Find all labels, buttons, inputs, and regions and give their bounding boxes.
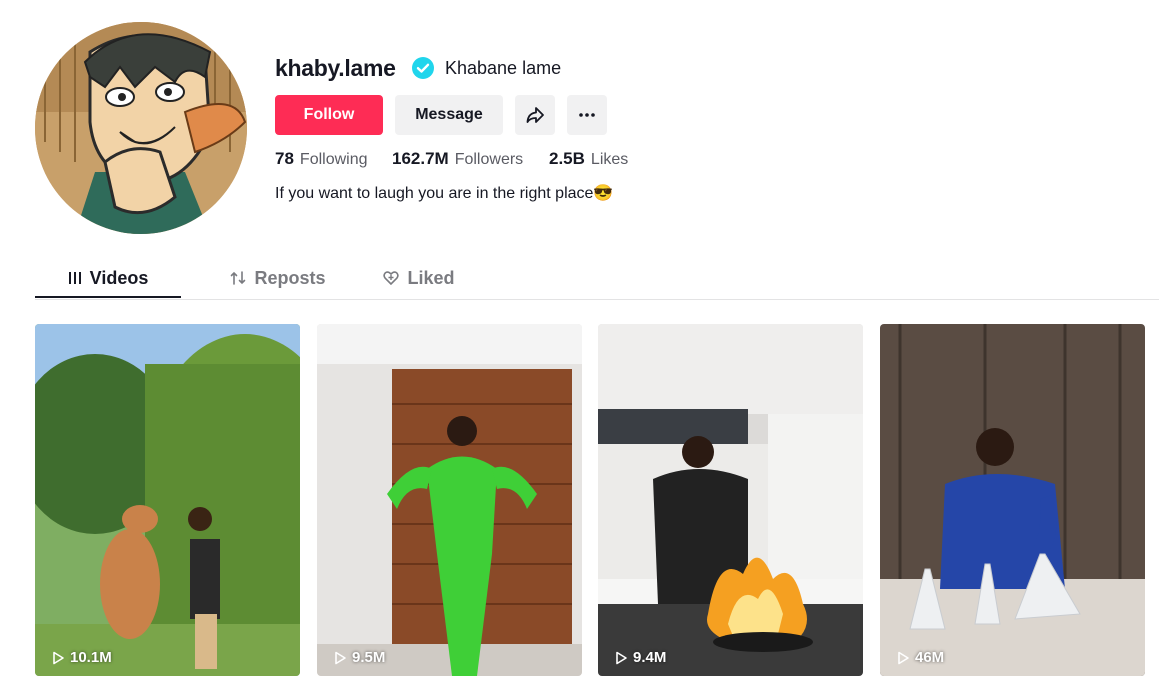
following-label: Following [299, 151, 368, 168]
video-views-count: 10.1M [70, 649, 112, 666]
likes-count: 2.5B [549, 149, 585, 168]
play-icon [333, 651, 347, 665]
grid-icon [68, 271, 82, 285]
followers-count: 162.7M [392, 149, 449, 168]
video-views: 9.5M [333, 649, 385, 666]
profile-bio: If you want to laugh you are in the righ… [275, 185, 614, 202]
tab-videos-label: Videos [89, 267, 149, 288]
follow-button[interactable]: Follow [275, 95, 383, 135]
tab-liked-label: Liked [407, 267, 455, 288]
profile-nickname: Khabane lame [445, 58, 562, 78]
repost-icon [230, 270, 246, 286]
tab-reposts[interactable]: Reposts [203, 258, 353, 298]
profile-username: khaby.lame [275, 55, 396, 81]
tab-reposts-label: Reposts [254, 267, 326, 288]
tab-liked[interactable]: Liked [359, 258, 479, 298]
video-views: 10.1M [51, 649, 112, 666]
video-thumbnail[interactable]: 9.5M [317, 324, 582, 676]
video-thumbnail[interactable]: 10.1M [35, 324, 300, 676]
active-tab-indicator [35, 296, 181, 298]
share-icon [525, 105, 545, 125]
video-thumbnail[interactable]: 9.4M [598, 324, 863, 676]
following-count: 78 [275, 149, 294, 168]
followers-label: Followers [454, 151, 524, 168]
tab-videos[interactable]: Videos [35, 258, 181, 298]
play-icon [51, 651, 65, 665]
profile-avatar[interactable] [35, 22, 247, 234]
followers-stat[interactable]: 162.7M Followers [392, 148, 523, 171]
video-views: 9.4M [614, 649, 666, 666]
play-icon [614, 651, 628, 665]
following-stat[interactable]: 78 Following [275, 148, 368, 171]
video-views: 46M [896, 649, 944, 666]
video-thumbnail[interactable]: 46M [880, 324, 1145, 676]
likes-stat: 2.5B Likes [549, 148, 628, 171]
video-views-count: 9.5M [352, 649, 386, 666]
liked-heart-icon [383, 270, 400, 286]
profile-tabs: Videos Reposts Liked [35, 258, 1159, 300]
likes-label: Likes [590, 151, 629, 168]
share-button[interactable] [515, 95, 555, 135]
verified-badge-icon [412, 57, 434, 79]
more-icon [577, 105, 597, 125]
more-options-button[interactable] [567, 95, 607, 135]
play-icon [896, 651, 910, 665]
message-button[interactable]: Message [395, 95, 503, 135]
video-views-count: 46M [915, 649, 945, 666]
video-views-count: 9.4M [633, 649, 667, 666]
